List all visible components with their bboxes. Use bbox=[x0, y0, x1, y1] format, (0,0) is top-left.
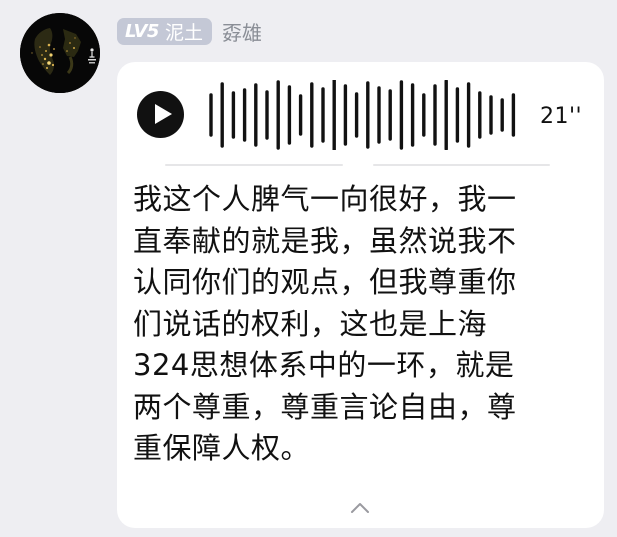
waveform[interactable] bbox=[207, 80, 523, 150]
username[interactable]: 孬雄 bbox=[222, 17, 262, 46]
play-icon bbox=[155, 104, 172, 124]
message-text: 我这个人脾气一向很好，我一 直奉献的就是我，虽然说我不 认同你们的观点，但我尊重… bbox=[133, 182, 517, 465]
collapse-button[interactable] bbox=[347, 498, 373, 518]
divider bbox=[373, 164, 550, 166]
globe-map-icon bbox=[20, 13, 100, 93]
voice-duration: 21'' bbox=[540, 104, 583, 129]
avatar[interactable] bbox=[20, 13, 100, 93]
message-card: 21'' 我这个人脾气一向很好，我一 直奉献的就是我，虽然说我不 认同你们的观点… bbox=[117, 62, 604, 528]
level-title: 泥土 bbox=[164, 21, 203, 44]
level-number: LV5 bbox=[125, 20, 159, 42]
level-badge[interactable]: LV5 泥土 bbox=[117, 17, 212, 45]
play-button[interactable] bbox=[137, 91, 184, 138]
voice-message[interactable]: 21'' bbox=[117, 62, 604, 172]
divider bbox=[165, 164, 343, 166]
chevron-up-icon bbox=[351, 503, 369, 513]
user-meta: LV5 泥土 孬雄 bbox=[117, 16, 262, 46]
